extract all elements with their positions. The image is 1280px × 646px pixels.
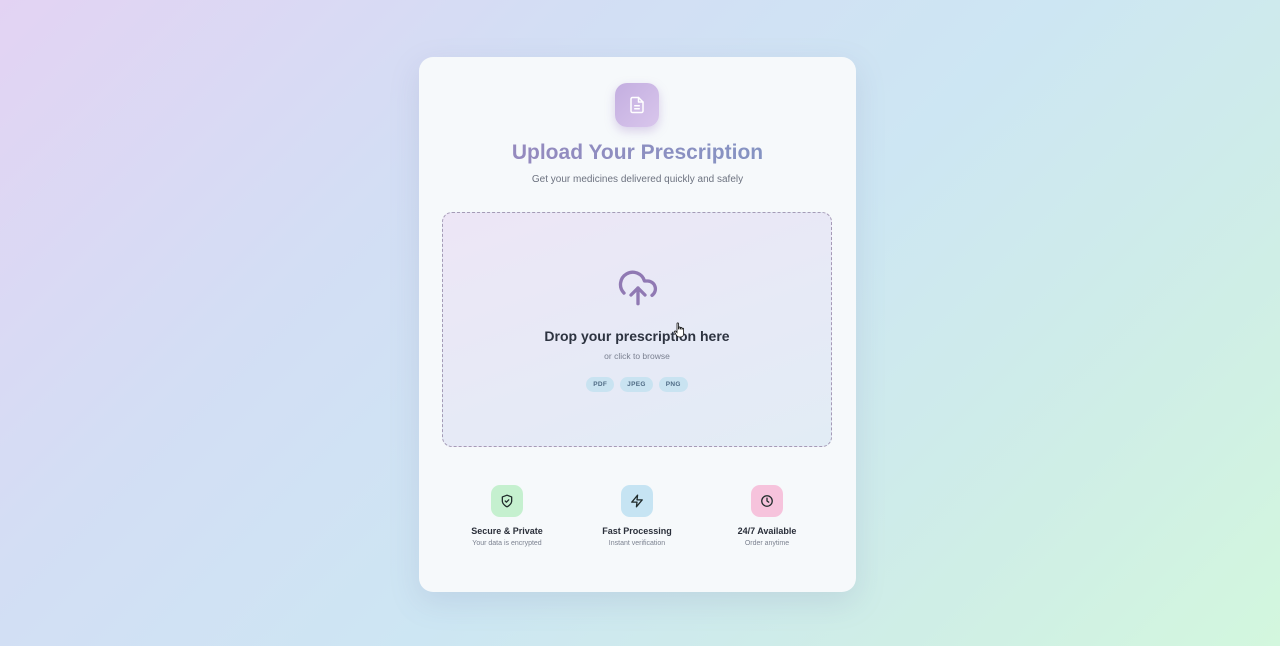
features-row: Secure & Private Your data is encrypted … <box>442 485 832 555</box>
format-chips: PDF JPEG PNG <box>443 377 831 392</box>
feature-title: Secure & Private <box>471 526 543 536</box>
format-chip-jpeg: JPEG <box>620 377 653 392</box>
browse-link[interactable]: or click to browse <box>443 351 831 361</box>
dropzone-title: Drop your prescription here <box>544 328 730 344</box>
format-chip-png: PNG <box>658 377 688 392</box>
clock-icon <box>751 485 783 517</box>
feature-title: 24/7 Available <box>737 526 797 536</box>
feature-subtitle: Order anytime <box>744 540 790 547</box>
feature-subtitle: Your data is encrypted <box>472 540 542 547</box>
document-icon <box>615 83 659 127</box>
feature-subtitle: Instant verification <box>608 540 666 547</box>
prescription-dropzone[interactable]: Drop your prescription here or click to … <box>442 212 832 447</box>
feature-fast: Fast Processing Instant verification <box>572 485 702 547</box>
upload-card: Upload Your Prescription Get your medici… <box>419 57 856 592</box>
feature-available: 24/7 Available Order anytime <box>702 485 832 547</box>
hand-cursor-icon <box>674 322 686 338</box>
feature-secure: Secure & Private Your data is encrypted <box>442 485 572 547</box>
page-title: Upload Your Prescription <box>419 141 856 165</box>
feature-title: Fast Processing <box>602 526 672 536</box>
shield-check-icon <box>491 485 523 517</box>
cloud-upload-icon <box>617 267 659 309</box>
format-chip-pdf: PDF <box>586 377 615 392</box>
page-subtitle: Get your medicines delivered quickly and… <box>531 174 744 185</box>
lightning-icon <box>621 485 653 517</box>
